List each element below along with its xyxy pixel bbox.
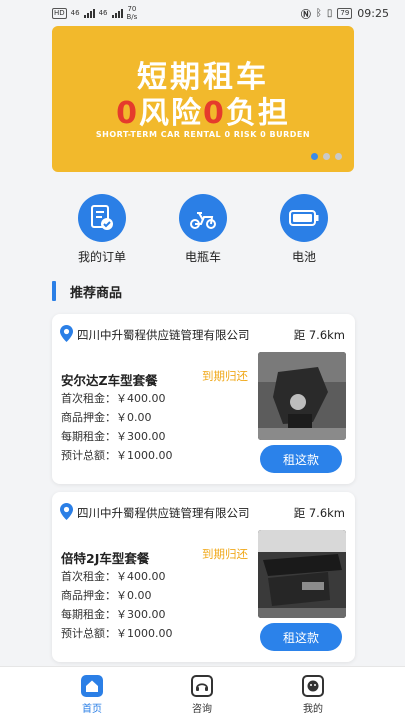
hd-badge: HD	[52, 7, 67, 19]
clock: 09:25	[357, 6, 389, 20]
carousel-dot[interactable]	[323, 153, 330, 160]
store-info: 四川中升蜀程供应链管理有限公司	[60, 325, 250, 345]
estimated-total: 预计总额：￥1000.00	[61, 627, 173, 640]
vibrate-icon: ▯	[326, 7, 333, 19]
scooter-icon	[179, 194, 227, 242]
rent-button[interactable]: 租这款	[260, 445, 342, 473]
store-info: 四川中升蜀程供应链管理有限公司	[60, 503, 250, 523]
banner-subtitle: SHORT-TERM CAR RENTAL 0 RISK 0 BURDEN	[95, 130, 311, 139]
section-accent-bar	[52, 281, 56, 301]
status-right: Ⓝ ᛒ ▯ 79 09:25	[301, 6, 389, 21]
card-header: 四川中升蜀程供应链管理有限公司 距 7.6km	[60, 502, 345, 524]
signal-label-1: 46	[70, 9, 80, 17]
section-header: 推荐商品	[52, 280, 122, 302]
store-distance: 距 7.6km	[293, 506, 345, 520]
product-card[interactable]: 四川中升蜀程供应链管理有限公司 距 7.6km 倍特2J车型套餐 到期归还 首次…	[52, 492, 355, 662]
quick-menu-label: 电瓶车	[184, 250, 221, 264]
quick-menu-label: 电池	[291, 250, 316, 264]
quick-menu-battery[interactable]: 电池	[264, 194, 344, 265]
first-rent: 首次租金：￥400.00	[61, 570, 166, 583]
nfc-icon: Ⓝ	[300, 9, 311, 21]
network-speed: 70 B/s	[127, 5, 138, 21]
headset-icon	[191, 675, 213, 697]
estimated-total: 预计总额：￥1000.00	[61, 449, 173, 462]
tab-home[interactable]: 首页	[62, 675, 122, 715]
banner-slogan: 0风险0负担	[52, 88, 354, 132]
bottom-tab-bar: 首页 咨询 我的	[0, 666, 405, 720]
period-rent: 每期租金：￥300.00	[61, 608, 166, 621]
banner-slogan-part-4: 负担	[225, 96, 290, 131]
banner-slogan-part-2: 风险	[139, 96, 203, 131]
product-card[interactable]: 四川中升蜀程供应链管理有限公司 距 7.6km 安尔达Z车型套餐 到期归还 首次…	[52, 314, 355, 484]
network-speed-value: 70	[127, 5, 137, 13]
location-pin-icon	[60, 325, 73, 345]
quick-menu-scooter[interactable]: 电瓶车	[163, 194, 243, 265]
location-pin-icon	[60, 503, 73, 523]
carousel-indicator	[311, 153, 342, 160]
tab-profile[interactable]: 我的	[283, 675, 343, 715]
tab-label: 咨询	[192, 704, 212, 715]
store-distance: 距 7.6km	[293, 328, 345, 342]
banner-slogan-part-1: 0	[116, 96, 139, 131]
tab-label: 我的	[303, 704, 323, 715]
product-image[interactable]	[258, 530, 346, 618]
status-bar: HD 46 46 70 B/s Ⓝ ᛒ ▯ 79 09:25	[0, 0, 405, 26]
rent-button[interactable]: 租这款	[260, 623, 342, 651]
package-name: 倍特2J车型套餐	[61, 551, 150, 566]
banner-slogan-part-3: 0	[203, 96, 226, 131]
promo-banner[interactable]: 短期租车 0风险0负担 SHORT-TERM CAR RENTAL 0 RISK…	[52, 26, 354, 172]
signal-icon-2	[111, 8, 123, 18]
store-name: 四川中升蜀程供应链管理有限公司	[77, 506, 250, 520]
bluetooth-icon: ᛒ	[315, 7, 322, 19]
period-rent: 每期租金：￥300.00	[61, 430, 166, 443]
card-header: 四川中升蜀程供应链管理有限公司 距 7.6km	[60, 324, 345, 346]
quick-menu-label: 我的订单	[77, 250, 126, 264]
signal-icon	[83, 8, 95, 18]
order-icon	[78, 194, 126, 242]
first-rent: 首次租金：￥400.00	[61, 392, 166, 405]
return-tag: 到期归还	[202, 547, 248, 561]
package-name: 安尔达Z车型套餐	[61, 373, 158, 388]
store-name: 四川中升蜀程供应链管理有限公司	[77, 328, 250, 342]
tab-consult[interactable]: 咨询	[172, 675, 232, 715]
tab-label: 首页	[82, 704, 102, 715]
carousel-dot[interactable]	[311, 153, 318, 160]
signal-label-2: 46	[98, 9, 108, 17]
battery-icon	[280, 194, 328, 242]
profile-icon	[302, 675, 324, 697]
home-icon	[81, 675, 103, 697]
deposit: 商品押金：￥0.00	[61, 411, 152, 424]
return-tag: 到期归还	[202, 369, 248, 383]
product-image[interactable]	[258, 352, 346, 440]
status-left: HD 46 46 70 B/s	[52, 5, 137, 21]
carousel-dot[interactable]	[335, 153, 342, 160]
section-title: 推荐商品	[70, 285, 123, 301]
battery-indicator: 79	[337, 7, 353, 19]
quick-menu-orders[interactable]: 我的订单	[62, 194, 142, 265]
deposit: 商品押金：￥0.00	[61, 589, 152, 602]
network-speed-unit: B/s	[126, 13, 138, 21]
